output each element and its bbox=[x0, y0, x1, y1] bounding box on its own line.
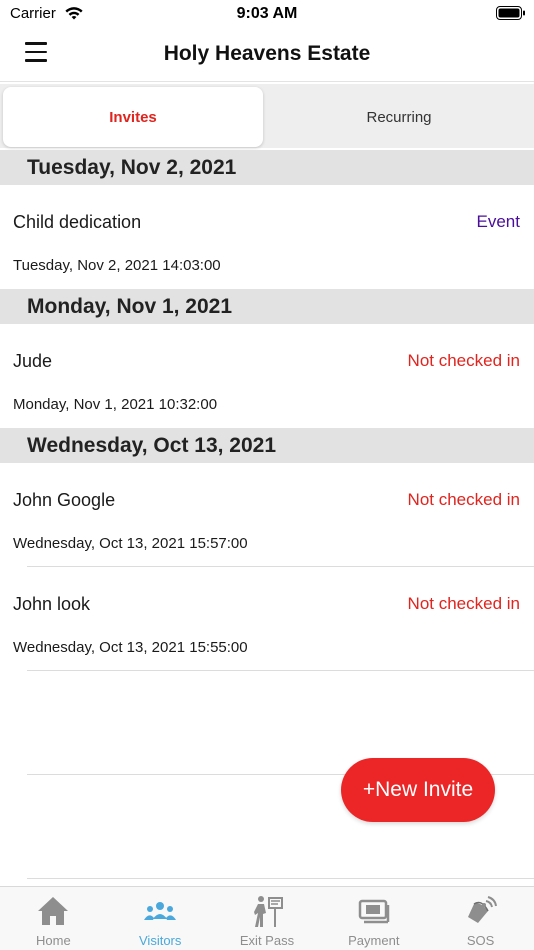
status-bar: Carrier 9:03 AM bbox=[0, 0, 534, 28]
sos-icon bbox=[467, 896, 497, 923]
tab-label: Payment bbox=[348, 933, 400, 948]
visitor-name: Child dedication bbox=[13, 212, 142, 232]
status-label: Not checked in bbox=[407, 490, 520, 509]
visit-datetime: Wednesday, Oct 13, 2021 15:55:00 bbox=[13, 639, 248, 656]
nav-bar: Holy Heavens Estate bbox=[0, 28, 534, 82]
list-item[interactable]: John look Not checked in Wednesday, Oct … bbox=[0, 567, 534, 671]
tab-label: SOS bbox=[466, 933, 495, 948]
exit-pass-icon bbox=[253, 896, 283, 927]
status-label: Not checked in bbox=[407, 594, 520, 613]
visitors-icon bbox=[144, 902, 177, 920]
segmented-control: Invites Recurring bbox=[0, 84, 534, 148]
invites-list: Tuesday, Nov 2, 2021 Child dedication Ev… bbox=[0, 150, 534, 671]
row-divider bbox=[27, 878, 534, 879]
tab-sos[interactable]: SOS bbox=[427, 887, 534, 950]
home-icon bbox=[38, 897, 69, 925]
section-header: Wednesday, Oct 13, 2021 bbox=[0, 428, 534, 463]
visitor-name: John Google bbox=[13, 490, 116, 510]
tab-visitors[interactable]: Visitors bbox=[107, 887, 214, 950]
list-item[interactable]: Jude Not checked in Monday, Nov 1, 2021 … bbox=[0, 324, 534, 428]
bottom-tab-bar: Home Visitors Exit Pass Payment SOS bbox=[0, 886, 534, 950]
tab-exit-pass[interactable]: Exit Pass bbox=[214, 887, 321, 950]
tab-label: Exit Pass bbox=[239, 933, 295, 948]
tab-payment[interactable]: Payment bbox=[320, 887, 427, 950]
row-divider bbox=[27, 670, 534, 671]
visit-datetime: Monday, Nov 1, 2021 10:32:00 bbox=[13, 396, 218, 413]
payment-icon bbox=[358, 899, 390, 924]
visitor-name: Jude bbox=[13, 351, 53, 371]
tab-recurring[interactable]: Recurring bbox=[267, 87, 531, 147]
new-invite-button[interactable]: +New Invite bbox=[341, 758, 495, 822]
section-header: Tuesday, Nov 2, 2021 bbox=[0, 150, 534, 185]
tab-label: Home bbox=[36, 933, 71, 948]
visitor-name: John look bbox=[13, 594, 91, 614]
tab-home[interactable]: Home bbox=[0, 887, 107, 950]
list-item[interactable]: Child dedication Event Tuesday, Nov 2, 2… bbox=[0, 185, 534, 289]
status-label: Event bbox=[476, 212, 520, 231]
page-title: Holy Heavens Estate bbox=[163, 42, 371, 65]
battery-icon bbox=[496, 6, 525, 20]
status-label: Not checked in bbox=[407, 351, 520, 370]
status-time: 9:03 AM bbox=[236, 5, 298, 22]
section-header: Monday, Nov 1, 2021 bbox=[0, 289, 534, 324]
list-item[interactable]: John Google Not checked in Wednesday, Oc… bbox=[0, 463, 534, 567]
tab-label: Visitors bbox=[139, 933, 182, 948]
tab-invites[interactable]: Invites bbox=[3, 87, 263, 147]
visit-datetime: Tuesday, Nov 2, 2021 14:03:00 bbox=[13, 257, 221, 274]
visit-datetime: Wednesday, Oct 13, 2021 15:57:00 bbox=[13, 535, 248, 552]
